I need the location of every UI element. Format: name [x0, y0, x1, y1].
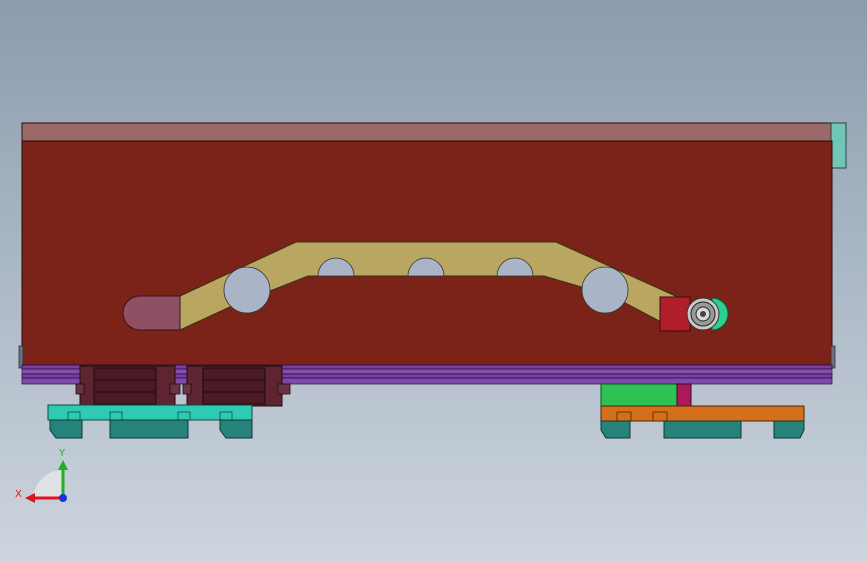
cam-mechanism-drawing: Y X [15, 122, 847, 503]
clamp-unit [75, 365, 181, 407]
cad-viewport[interactable]: Y X [0, 0, 867, 562]
guide-hole [223, 266, 271, 314]
x-axis-arrowhead [25, 493, 35, 503]
side-tab[interactable] [830, 122, 847, 169]
follower-block[interactable] [659, 296, 691, 332]
coordinate-triad: Y X [15, 448, 68, 503]
y-axis-label: Y [58, 448, 66, 459]
roller-bearing[interactable] [686, 297, 720, 331]
left-base-fixture[interactable] [47, 404, 253, 439]
clamp-unit [182, 365, 291, 407]
guide-hole [581, 266, 629, 314]
y-axis-arrowhead [58, 460, 68, 470]
x-axis-label: X [15, 489, 22, 500]
top-plate[interactable] [21, 122, 833, 142]
triad-plane-shading [33, 469, 63, 498]
z-axis-dot [59, 494, 67, 502]
track-end-cap[interactable] [122, 295, 181, 331]
right-base-fixture[interactable] [600, 383, 805, 439]
